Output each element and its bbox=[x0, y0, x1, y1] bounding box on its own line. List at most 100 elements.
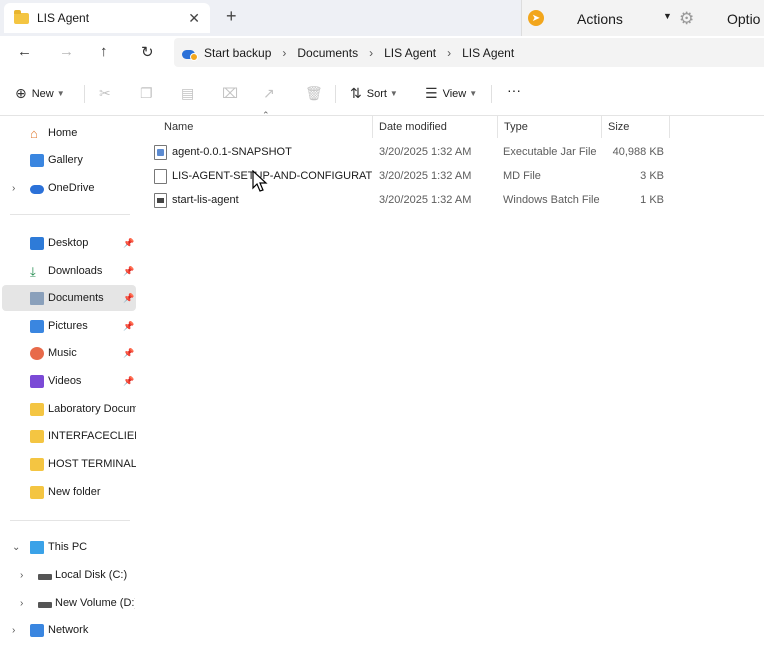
network-icon bbox=[30, 623, 44, 637]
pin-icon: 📌 bbox=[123, 237, 135, 248]
scissors-icon: ✂ bbox=[99, 85, 111, 101]
nav-label: INTERFACECLIENT_ bbox=[48, 430, 136, 442]
breadcrumb-lis-agent-current[interactable]: LIS Agent bbox=[462, 46, 514, 60]
file-row[interactable]: agent-0.0.1-SNAPSHOT 3/20/2025 1:32 AM E… bbox=[145, 140, 675, 164]
up-arrow-icon[interactable]: ↑ bbox=[100, 43, 108, 60]
pin-icon: 📌 bbox=[123, 265, 135, 276]
documents-icon bbox=[30, 291, 44, 305]
disk-icon bbox=[38, 602, 52, 608]
copy-button[interactable]: ❐ bbox=[140, 85, 158, 102]
close-tab-button[interactable]: ✕ bbox=[188, 10, 200, 27]
new-tab-button[interactable]: + bbox=[226, 6, 237, 27]
chevron-right-icon[interactable]: › bbox=[12, 625, 15, 636]
share-button[interactable]: ↗ bbox=[263, 85, 280, 102]
nav-item-host-terminal[interactable]: HOST TERMINAL TC bbox=[2, 451, 136, 477]
rename-button[interactable]: ⌧ bbox=[222, 85, 243, 102]
compass-icon[interactable]: ➤ bbox=[528, 10, 544, 26]
nav-item-new-volume[interactable]: › New Volume (D:) bbox=[2, 590, 136, 616]
forward-arrow-icon[interactable]: → bbox=[59, 43, 74, 60]
nav-item-local-disk[interactable]: › Local Disk (C:) bbox=[2, 562, 136, 588]
divider bbox=[10, 214, 130, 215]
file-size: 40,988 KB bbox=[612, 146, 664, 158]
column-label: Date modified bbox=[379, 121, 447, 133]
nav-item-interfaceclient[interactable]: INTERFACECLIENT_ bbox=[2, 423, 136, 449]
caret-down-icon: ▼ bbox=[56, 89, 65, 98]
nav-item-music[interactable]: Music 📌 bbox=[2, 340, 136, 366]
nav-label: Laboratory Docume bbox=[48, 403, 136, 415]
cut-button[interactable]: ✂ bbox=[99, 85, 116, 102]
sort-button[interactable]: ⇅ Sort ▼ bbox=[350, 85, 398, 102]
file-name: agent-0.0.1-SNAPSHOT bbox=[172, 146, 292, 158]
column-header-date[interactable]: Date modified bbox=[373, 116, 498, 138]
nav-item-gallery[interactable]: Gallery bbox=[2, 147, 136, 173]
file-list: ⌃ Name Date modified Type Size agent-0.0… bbox=[137, 110, 764, 659]
new-button[interactable]: ⊕ New ▼ bbox=[15, 85, 65, 102]
chevron-right-icon[interactable]: › bbox=[20, 598, 23, 609]
paste-button[interactable]: ▤ bbox=[181, 85, 199, 102]
chevron-right-icon[interactable]: › bbox=[12, 183, 15, 194]
nav-item-laboratory[interactable]: Laboratory Docume bbox=[2, 396, 136, 422]
nav-item-pictures[interactable]: Pictures 📌 bbox=[2, 313, 136, 339]
nav-item-home[interactable]: ⌂ Home bbox=[2, 120, 136, 146]
navigation-pane: ⌂ Home Gallery › OneDrive Desktop 📌 ⤓ Do… bbox=[0, 116, 137, 659]
column-header-size[interactable]: Size bbox=[602, 116, 670, 138]
chevron-right-icon[interactable]: › bbox=[282, 46, 286, 60]
file-date: 3/20/2025 1:32 AM bbox=[379, 194, 472, 206]
actions-panel: ➤ Actions ▼ ⚙ Optio bbox=[521, 0, 764, 38]
home-icon: ⌂ bbox=[30, 125, 38, 141]
caret-down-icon: ▼ bbox=[389, 89, 398, 98]
file-date: 3/20/2025 1:32 AM bbox=[379, 170, 472, 182]
options-menu[interactable]: Optio bbox=[727, 11, 760, 27]
file-row[interactable]: LIS-AGENT-SETUP-AND-CONFIGURATIO... 3/20… bbox=[145, 164, 675, 188]
tab-lis-agent[interactable]: LIS Agent ✕ bbox=[4, 3, 210, 33]
column-label: Name bbox=[164, 121, 194, 133]
column-header-name[interactable]: Name bbox=[158, 116, 373, 138]
nav-item-downloads[interactable]: ⤓ Downloads 📌 bbox=[2, 258, 136, 284]
file-row[interactable]: start-lis-agent 3/20/2025 1:32 AM Window… bbox=[145, 188, 675, 212]
nav-label: Local Disk (C:) bbox=[55, 569, 128, 581]
column-label: Size bbox=[608, 121, 630, 133]
divider bbox=[10, 520, 130, 521]
sort-label: Sort bbox=[366, 87, 387, 100]
refresh-icon[interactable]: ↻ bbox=[141, 43, 154, 61]
chevron-right-icon[interactable]: › bbox=[447, 46, 451, 60]
cloud-backup-icon bbox=[182, 47, 198, 61]
nav-item-onedrive[interactable]: › OneDrive bbox=[2, 175, 136, 201]
nav-label: Network bbox=[48, 624, 89, 636]
file-name: LIS-AGENT-SETUP-AND-CONFIGURATIO... bbox=[172, 170, 372, 182]
nav-item-network[interactable]: › Network bbox=[2, 617, 136, 643]
view-button[interactable]: ☰ View ▼ bbox=[425, 85, 477, 102]
column-header-type[interactable]: Type bbox=[498, 116, 602, 138]
divider bbox=[84, 85, 85, 103]
nav-item-desktop[interactable]: Desktop 📌 bbox=[2, 230, 136, 256]
plus-circle-icon: ⊕ bbox=[15, 85, 27, 101]
actions-menu[interactable]: Actions bbox=[577, 11, 623, 27]
breadcrumb-lis-agent[interactable]: LIS Agent bbox=[384, 46, 436, 60]
divider bbox=[491, 85, 492, 103]
chevron-right-icon[interactable]: › bbox=[20, 570, 23, 581]
nav-item-documents[interactable]: Documents 📌 bbox=[2, 285, 136, 311]
more-options-button[interactable]: ··· bbox=[507, 82, 521, 98]
back-arrow-icon[interactable]: ← bbox=[17, 43, 32, 60]
breadcrumb-documents[interactable]: Documents bbox=[297, 46, 358, 60]
caret-down-icon[interactable]: ▼ bbox=[663, 11, 672, 21]
gear-icon[interactable]: ⚙ bbox=[679, 9, 694, 29]
pin-icon: 📌 bbox=[123, 320, 135, 331]
clipboard-icon: ▤ bbox=[181, 85, 195, 101]
chevron-down-icon[interactable]: ⌄ bbox=[12, 542, 20, 553]
view-label: View bbox=[442, 87, 467, 100]
delete-button[interactable]: 🗑 bbox=[305, 85, 328, 102]
folder-icon bbox=[30, 457, 44, 471]
download-icon: ⤓ bbox=[30, 263, 36, 279]
nav-item-new-folder[interactable]: New folder bbox=[2, 479, 136, 505]
caret-down-icon: ▼ bbox=[469, 89, 478, 98]
nav-item-videos[interactable]: Videos 📌 bbox=[2, 368, 136, 394]
chevron-right-icon[interactable]: › bbox=[369, 46, 373, 60]
batch-file-icon bbox=[154, 192, 167, 208]
nav-item-this-pc[interactable]: ⌄ This PC bbox=[2, 534, 136, 560]
nav-label: This PC bbox=[48, 541, 88, 553]
computer-icon bbox=[30, 540, 44, 554]
nav-label: New folder bbox=[48, 486, 101, 498]
breadcrumb-start-backup[interactable]: Start backup bbox=[204, 46, 271, 60]
breadcrumb[interactable]: Start backup › Documents › LIS Agent › L… bbox=[174, 38, 764, 67]
